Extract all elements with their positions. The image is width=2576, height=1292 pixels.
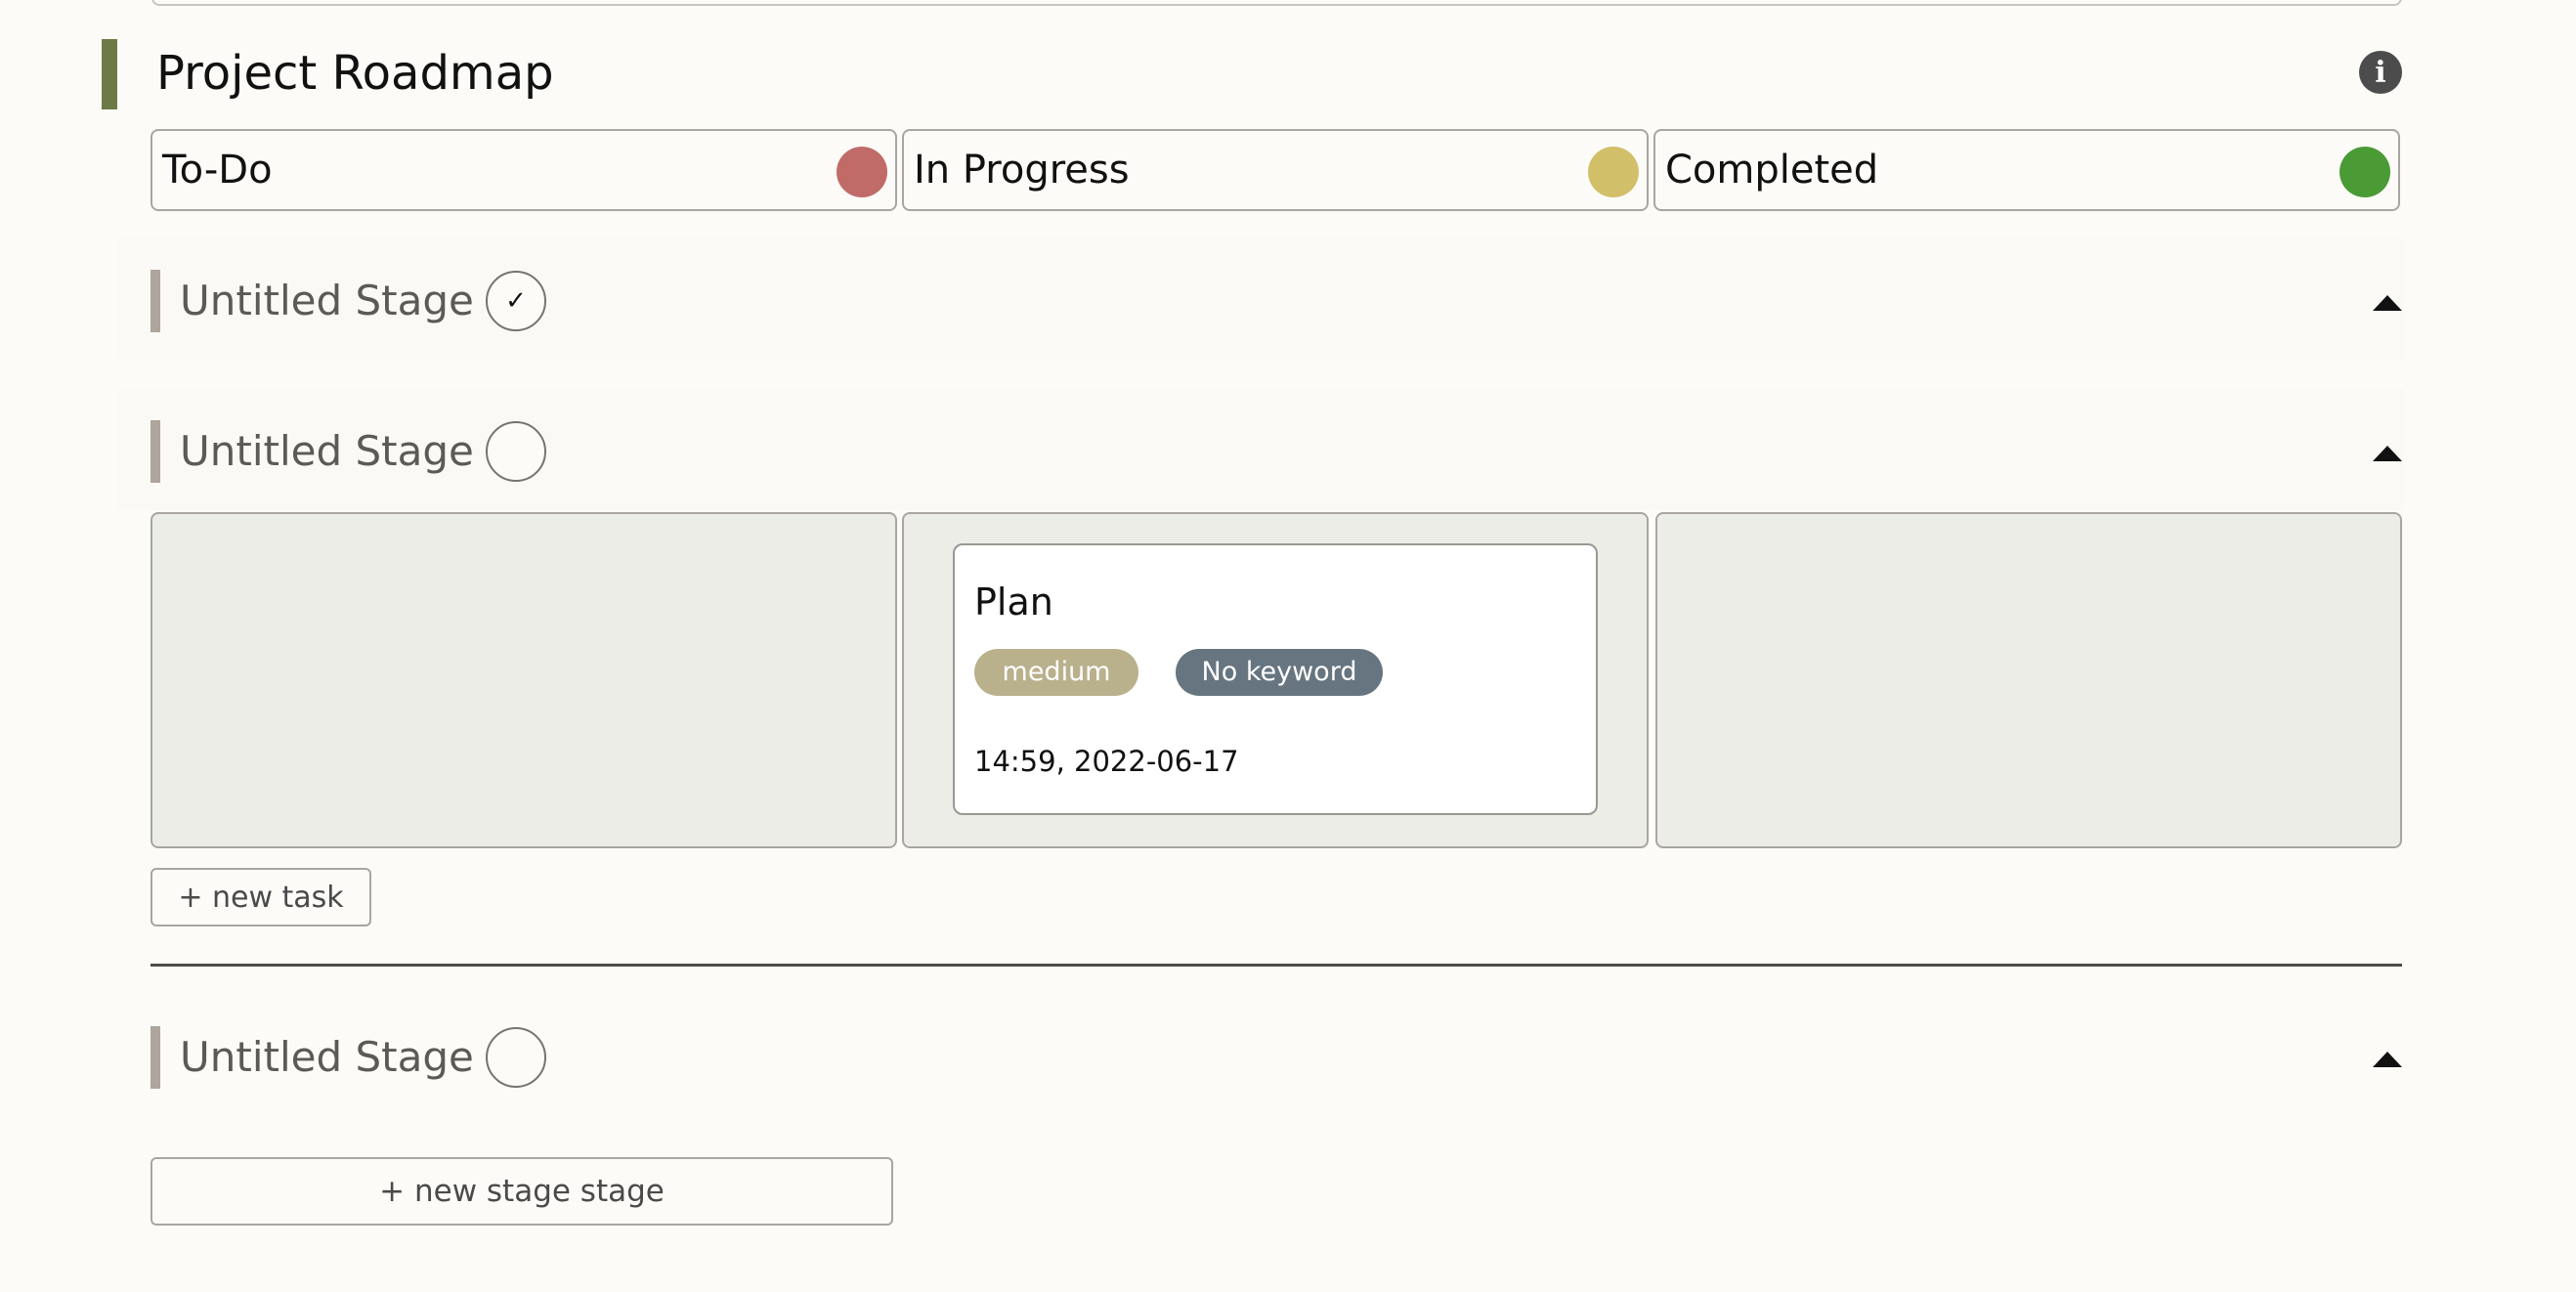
title-accent-bar: [102, 39, 117, 109]
stage-3-complete-checkbox[interactable]: [486, 1027, 546, 1088]
status-todo: To-Do: [150, 129, 897, 211]
stage-1-title[interactable]: Untitled Stage: [180, 272, 474, 330]
page-title: Project Roadmap: [156, 46, 554, 101]
chevron-up-icon[interactable]: [2373, 1052, 2402, 1067]
top-panel-edge: [151, 0, 2402, 6]
stage-accent-bar: [150, 1026, 160, 1089]
status-completed: Completed: [1653, 129, 2400, 211]
column-in-progress[interactable]: Plan medium No keyword 14:59, 2022-06-17: [902, 512, 1649, 848]
priority-badge: medium: [974, 649, 1138, 696]
status-color-dot: [2340, 147, 2390, 197]
new-task-button[interactable]: + new task: [150, 868, 371, 926]
status-label: Completed: [1665, 148, 1879, 193]
stage-3-title[interactable]: Untitled Stage: [180, 1028, 474, 1087]
task-card[interactable]: Plan medium No keyword 14:59, 2022-06-17: [953, 543, 1598, 815]
chevron-up-icon[interactable]: [2373, 295, 2402, 311]
roadmap-page: Project Roadmap i To-Do In Progress Comp…: [0, 0, 2576, 1292]
stage-1-complete-checkbox[interactable]: ✓: [486, 271, 546, 331]
column-todo[interactable]: [150, 512, 897, 848]
stage-accent-bar: [150, 270, 160, 332]
task-title: Plan: [974, 581, 1053, 624]
status-color-dot: [837, 147, 887, 197]
chevron-up-icon[interactable]: [2373, 446, 2402, 461]
stage-accent-bar: [150, 420, 160, 483]
task-timestamp: 14:59, 2022-06-17: [974, 745, 1239, 778]
keyword-badge: No keyword: [1176, 649, 1383, 696]
stage-divider: [150, 964, 2402, 967]
status-label: In Progress: [914, 148, 1130, 193]
status-in-progress: In Progress: [902, 129, 1649, 211]
stage-2-complete-checkbox[interactable]: [486, 421, 546, 482]
column-completed[interactable]: [1655, 512, 2402, 848]
info-icon[interactable]: i: [2359, 51, 2402, 94]
status-label: To-Do: [162, 148, 273, 193]
new-stage-button[interactable]: + new stage stage: [150, 1157, 893, 1226]
stage-2-title[interactable]: Untitled Stage: [180, 422, 474, 481]
status-color-dot: [1588, 147, 1639, 197]
